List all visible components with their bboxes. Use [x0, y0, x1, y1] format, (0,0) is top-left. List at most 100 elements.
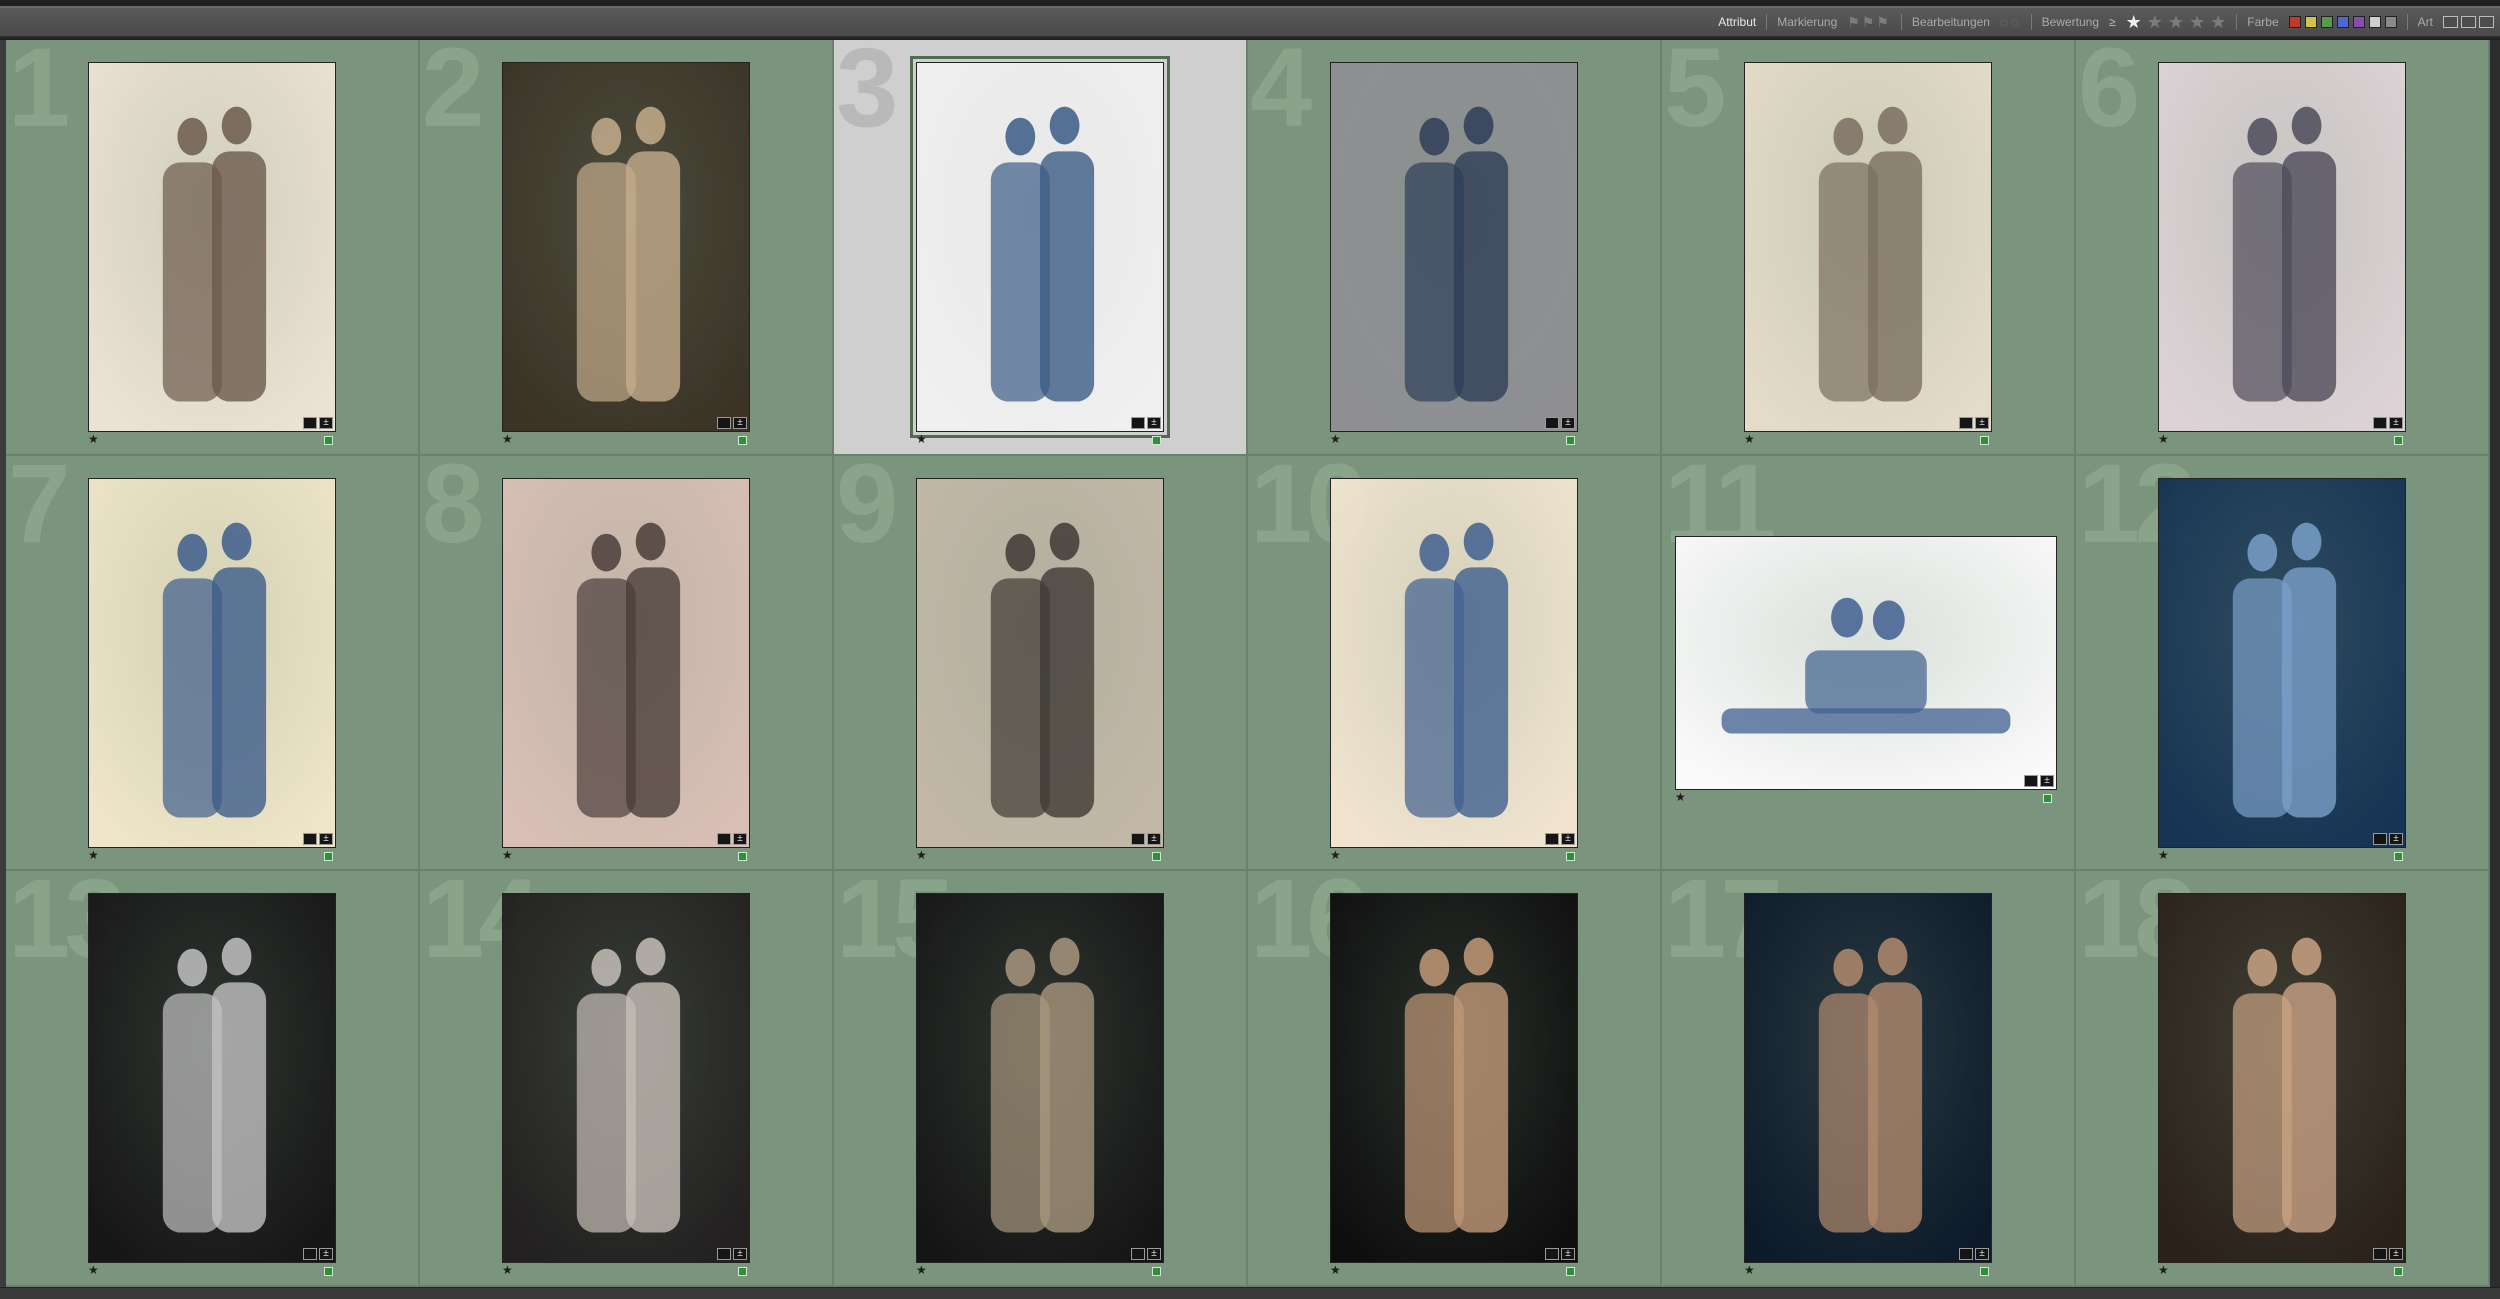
photo-thumbnail[interactable]: ± [1330, 62, 1578, 432]
develop-adjusted-badge-icon[interactable]: ± [1147, 417, 1161, 429]
metadata-badge-icon[interactable] [717, 1248, 731, 1261]
star-icon[interactable]: ★ [2210, 13, 2226, 31]
thumbnail-cell[interactable]: 6 ± ★ [2076, 40, 2490, 456]
develop-adjusted-badge-icon[interactable]: ± [1147, 1248, 1161, 1261]
pick-flag-indicator[interactable] [738, 1267, 747, 1277]
color-label-swatch[interactable] [2368, 16, 2381, 28]
photo-thumbnail[interactable]: ± [502, 893, 750, 1264]
thumbnail-cell[interactable]: 10 ± ★ [1248, 455, 1662, 872]
develop-adjusted-badge-icon[interactable]: ± [1147, 832, 1161, 845]
rating-filter-stars[interactable]: ★ ★ ★ ★ ★ [2126, 13, 2227, 31]
rating-star[interactable]: ★ [502, 848, 513, 862]
color-label-swatch[interactable] [2304, 16, 2317, 28]
flag-filter-icons[interactable]: ⚑⚑⚑ [1847, 14, 1891, 31]
color-label-swatch[interactable] [2288, 16, 2301, 28]
photo-thumbnail[interactable]: ± [1330, 893, 1578, 1264]
metadata-badge-icon[interactable] [303, 1248, 317, 1261]
develop-adjusted-badge-icon[interactable]: ± [319, 417, 333, 429]
photo-thumbnail[interactable]: ± [2158, 62, 2406, 432]
pick-flag-indicator[interactable] [324, 1267, 333, 1277]
develop-adjusted-badge-icon[interactable]: ± [1561, 832, 1575, 845]
develop-adjusted-badge-icon[interactable]: ± [2040, 774, 2054, 787]
thumbnail-cell[interactable]: 15 ± ★ [834, 871, 1248, 1287]
rating-star[interactable]: ★ [88, 848, 99, 862]
thumbnail-cell[interactable]: 7 ± ★ [6, 455, 420, 872]
virtual-copy-icon[interactable] [2461, 16, 2476, 28]
color-label-swatch[interactable] [2384, 16, 2397, 28]
photo-thumbnail[interactable]: ± [916, 893, 1164, 1264]
rating-star[interactable]: ★ [916, 848, 927, 862]
rating-star[interactable]: ★ [502, 1263, 513, 1277]
pick-flag-indicator[interactable] [324, 851, 333, 861]
metadata-badge-icon[interactable] [1131, 1248, 1145, 1261]
develop-adjusted-badge-icon[interactable]: ± [1561, 1248, 1575, 1261]
color-label-swatch[interactable] [2336, 16, 2349, 28]
pick-flag-indicator[interactable] [1152, 436, 1161, 445]
thumbnail-cell[interactable]: 13 ± ★ [6, 871, 420, 1287]
edits-filter-icons[interactable]: ◌◌ [2000, 14, 2021, 30]
photo-thumbnail[interactable]: ± [2158, 893, 2406, 1264]
thumbnail-cell[interactable]: 18 ± ★ [2076, 871, 2490, 1287]
pick-flag-indicator[interactable] [1566, 1267, 1575, 1277]
photo-thumbnail[interactable]: ± [88, 893, 336, 1264]
rating-star[interactable]: ★ [1675, 790, 1686, 804]
thumbnail-cell[interactable]: 1 ± ★ [6, 40, 420, 456]
color-label-swatch[interactable] [2352, 16, 2365, 28]
filter-attribut-tab[interactable]: Attribut [1718, 15, 1756, 29]
pick-flag-indicator[interactable] [1152, 1267, 1161, 1277]
develop-adjusted-badge-icon[interactable]: ± [733, 832, 747, 845]
develop-adjusted-badge-icon[interactable]: ± [2389, 832, 2403, 845]
thumbnail-cell[interactable]: 17 ± ★ [1662, 871, 2076, 1287]
pick-flag-indicator[interactable] [2043, 793, 2052, 803]
metadata-badge-icon[interactable] [2373, 1248, 2387, 1261]
photo-thumbnail[interactable]: ± [502, 477, 750, 848]
thumbnail-cell[interactable]: 14 ± ★ [420, 871, 834, 1287]
rating-operator[interactable]: ≥ [2109, 15, 2116, 29]
develop-adjusted-badge-icon[interactable]: ± [2389, 1248, 2403, 1261]
photo-thumbnail[interactable]: ± [1675, 535, 2057, 790]
develop-adjusted-badge-icon[interactable]: ± [1975, 417, 1989, 429]
scrollbar-track[interactable] [2490, 40, 2500, 1287]
pick-flag-indicator[interactable] [1980, 1267, 1989, 1277]
rating-star[interactable]: ★ [1744, 1263, 1755, 1277]
thumbnail-cell[interactable]: 12 ± ★ [2076, 455, 2490, 872]
metadata-badge-icon[interactable] [1131, 832, 1145, 845]
pick-flag-indicator[interactable] [1980, 436, 1989, 445]
rating-star[interactable]: ★ [2158, 432, 2169, 446]
rating-star[interactable]: ★ [916, 432, 927, 446]
photo-thumbnail[interactable]: ± [2158, 477, 2406, 848]
thumbnail-cell[interactable]: 9 ± ★ [834, 455, 1248, 872]
metadata-badge-icon[interactable] [1545, 832, 1559, 845]
rating-star[interactable]: ★ [1744, 432, 1755, 446]
metadata-badge-icon[interactable] [1545, 1248, 1559, 1261]
develop-adjusted-badge-icon[interactable]: ± [1975, 1248, 1989, 1261]
star-icon[interactable]: ★ [2168, 13, 2184, 31]
star-icon[interactable]: ★ [2126, 13, 2142, 31]
color-label-swatch[interactable] [2320, 16, 2333, 28]
develop-adjusted-badge-icon[interactable]: ± [733, 1248, 747, 1261]
develop-adjusted-badge-icon[interactable]: ± [319, 1248, 333, 1261]
metadata-badge-icon[interactable] [303, 832, 317, 845]
kind-filter-icons[interactable] [2443, 16, 2494, 28]
metadata-badge-icon[interactable] [1545, 417, 1559, 429]
rating-star[interactable]: ★ [502, 432, 513, 446]
pick-flag-indicator[interactable] [738, 436, 747, 445]
thumbnail-cell[interactable]: 4 ± ★ [1248, 40, 1662, 456]
thumbnail-cell[interactable]: 5 ± ★ [1662, 40, 2076, 456]
photo-thumbnail[interactable]: ± [916, 477, 1164, 848]
metadata-badge-icon[interactable] [2373, 417, 2387, 429]
rating-star[interactable]: ★ [88, 432, 99, 446]
pick-flag-indicator[interactable] [738, 851, 747, 861]
metadata-badge-icon[interactable] [1959, 417, 1973, 429]
develop-adjusted-badge-icon[interactable]: ± [1561, 417, 1575, 429]
metadata-badge-icon[interactable] [717, 832, 731, 845]
thumbnail-cell[interactable]: 2 ± ★ [420, 40, 834, 456]
pick-flag-indicator[interactable] [1566, 851, 1575, 861]
pick-flag-indicator[interactable] [2394, 436, 2403, 445]
photo-thumbnail[interactable]: ± [1330, 477, 1578, 848]
star-icon[interactable]: ★ [2189, 13, 2205, 31]
thumbnail-cell[interactable]: 8 ± ★ [420, 455, 834, 872]
rating-star[interactable]: ★ [1330, 432, 1341, 446]
thumbnail-cell[interactable]: 16 ± ★ [1248, 871, 1662, 1287]
rating-star[interactable]: ★ [2158, 1263, 2169, 1277]
